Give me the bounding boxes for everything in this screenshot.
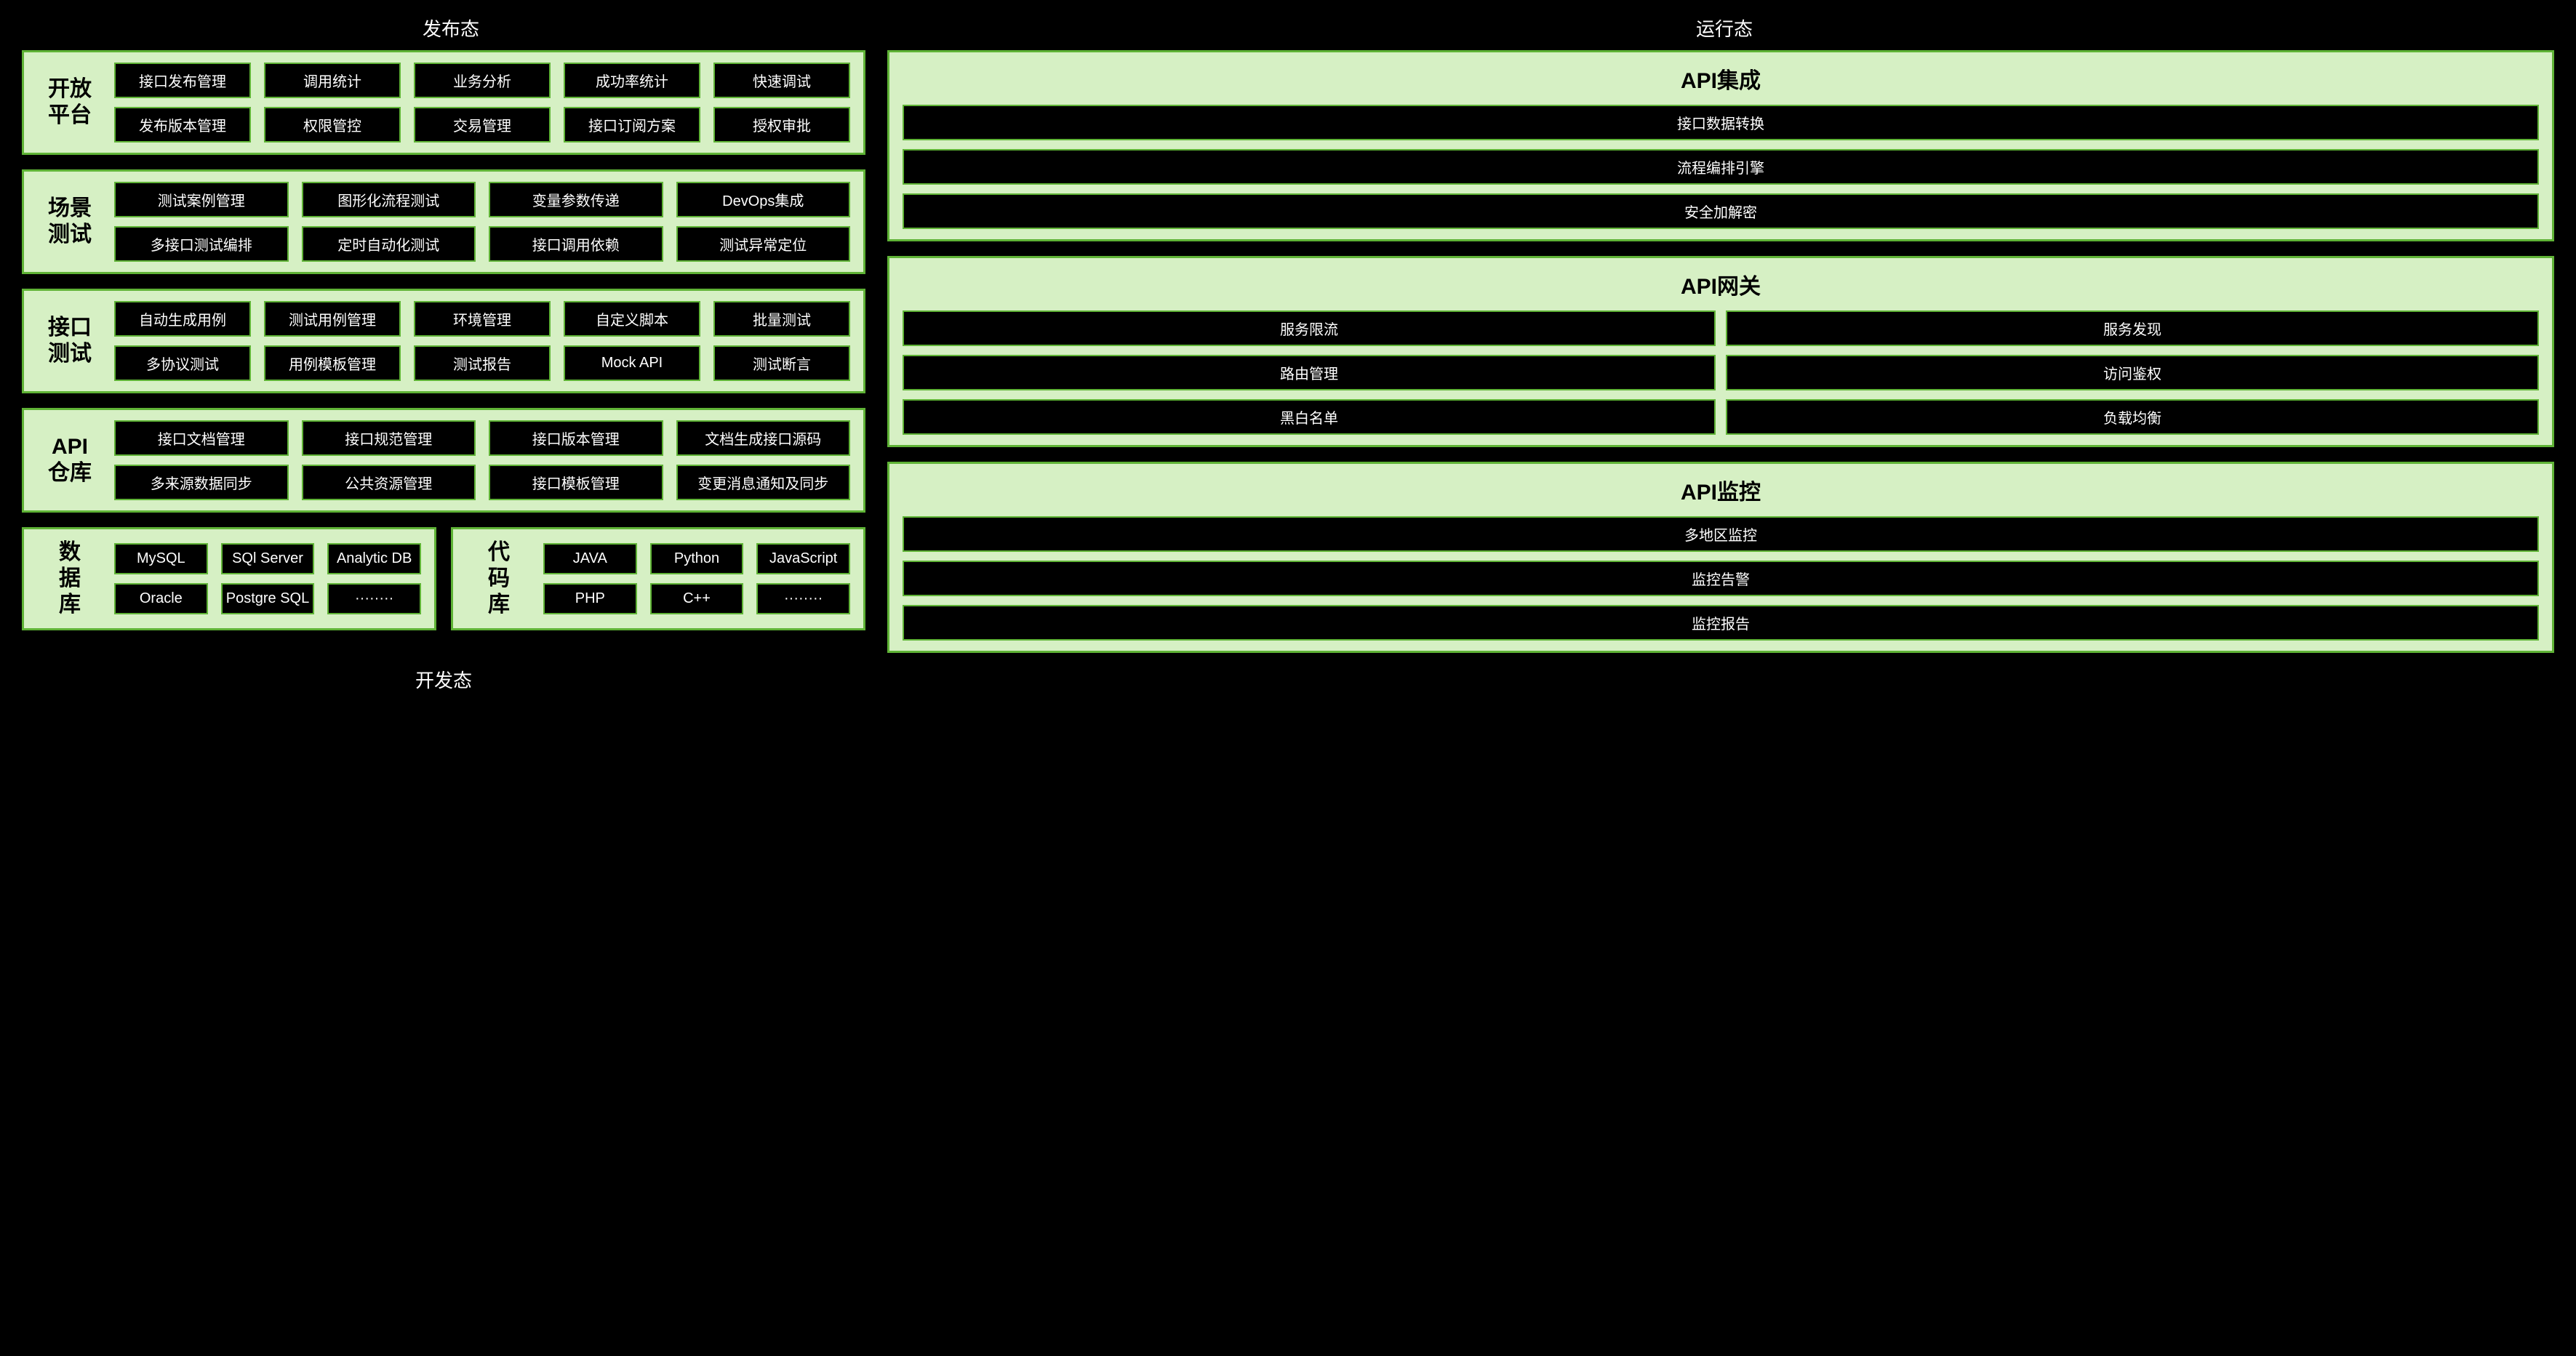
box-item: 文档生成接口源码 bbox=[676, 420, 851, 456]
panel-api-monitor: API监控 多地区监控 监控告警 监控报告 bbox=[887, 462, 2554, 653]
box-item: 访问鉴权 bbox=[1726, 355, 2539, 390]
box-item: 环境管理 bbox=[414, 301, 551, 337]
box-item: 接口发布管理 bbox=[114, 63, 251, 98]
panel-database: 数 据 库 MySQL SQl Server Analytic DB Oracl… bbox=[22, 527, 436, 630]
box-item: 多来源数据同步 bbox=[114, 465, 289, 500]
box-item: 测试报告 bbox=[414, 345, 551, 381]
box-item: 接口调用依赖 bbox=[489, 226, 663, 262]
box-item: 接口订阅方案 bbox=[564, 107, 700, 143]
panel-title-api-integration: API集成 bbox=[903, 63, 2539, 95]
box-item: 多地区监控 bbox=[903, 516, 2539, 552]
panel-title-api-monitor: API监控 bbox=[903, 474, 2539, 506]
box-item: 接口版本管理 bbox=[489, 420, 663, 456]
box-item: 发布版本管理 bbox=[114, 107, 251, 143]
box-item: 交易管理 bbox=[414, 107, 551, 143]
box-item: 接口文档管理 bbox=[114, 420, 289, 456]
box-item: 接口数据转换 bbox=[903, 105, 2539, 140]
box-item: 多接口测试编排 bbox=[114, 226, 289, 262]
box-item: 路由管理 bbox=[903, 355, 1716, 390]
box-item: 授权审批 bbox=[713, 107, 850, 143]
box-item: 调用统计 bbox=[264, 63, 401, 98]
panel-title-code-repo: 代 码 库 bbox=[466, 539, 532, 618]
panel-api-integration: API集成 接口数据转换 流程编排引擎 安全加解密 bbox=[887, 50, 2554, 241]
box-item: JavaScript bbox=[756, 543, 850, 574]
box-item: 安全加解密 bbox=[903, 193, 2539, 229]
panel-code-repo: 代 码 库 JAVA Python JavaScript PHP C++ ···… bbox=[451, 527, 865, 630]
panel-title-open-platform: 开放 平台 bbox=[37, 76, 103, 129]
box-item: 业务分析 bbox=[414, 63, 551, 98]
box-item: 服务发现 bbox=[1726, 310, 2539, 346]
box-item: 测试案例管理 bbox=[114, 182, 289, 217]
panel-title-api-gateway: API网关 bbox=[903, 268, 2539, 300]
box-item: 自定义脚本 bbox=[564, 301, 700, 337]
box-item: ········ bbox=[756, 583, 850, 614]
box-item: PHP bbox=[543, 583, 637, 614]
box-item: C++ bbox=[650, 583, 744, 614]
box-item: 变更消息通知及同步 bbox=[676, 465, 851, 500]
box-item: MySQL bbox=[114, 543, 208, 574]
right-column: API集成 接口数据转换 流程编排引擎 安全加解密 API网关 服务限流 服务发… bbox=[887, 50, 2554, 653]
box-item: DevOps集成 bbox=[676, 182, 851, 217]
box-item: 变量参数传递 bbox=[489, 182, 663, 217]
box-item: 监控报告 bbox=[903, 605, 2539, 641]
box-item: 监控告警 bbox=[903, 561, 2539, 596]
box-item: 用例模板管理 bbox=[264, 345, 401, 381]
publish-state-label: 发布态 bbox=[29, 15, 873, 41]
box-item: ········ bbox=[327, 583, 421, 614]
left-column: 开放 平台 接口发布管理 调用统计 业务分析 成功率统计 快速调试 发布版本管理… bbox=[22, 50, 865, 653]
panel-title-api-repo: API 仓库 bbox=[37, 434, 103, 486]
box-item: 测试用例管理 bbox=[264, 301, 401, 337]
box-item: 定时自动化测试 bbox=[302, 226, 476, 262]
box-item: 流程编排引擎 bbox=[903, 149, 2539, 185]
box-item: 快速调试 bbox=[713, 63, 850, 98]
box-item: 成功率统计 bbox=[564, 63, 700, 98]
box-item: Analytic DB bbox=[327, 543, 421, 574]
panel-scenario-test: 场景 测试 测试案例管理 图形化流程测试 变量参数传递 DevOps集成 多接口… bbox=[22, 169, 865, 274]
develop-state-label: 开发态 bbox=[22, 659, 865, 693]
box-item: 公共资源管理 bbox=[302, 465, 476, 500]
box-item: 权限管控 bbox=[264, 107, 401, 143]
box-item: 图形化流程测试 bbox=[302, 182, 476, 217]
panel-title-database: 数 据 库 bbox=[37, 539, 103, 618]
panel-title-interface-test: 接口 测试 bbox=[37, 315, 103, 367]
box-item: JAVA bbox=[543, 543, 637, 574]
runtime-state-label: 运行态 bbox=[873, 15, 2547, 41]
box-item: SQl Server bbox=[221, 543, 315, 574]
box-item: Python bbox=[650, 543, 744, 574]
box-item: 负载均衡 bbox=[1726, 399, 2539, 435]
box-item: 黑白名单 bbox=[903, 399, 1716, 435]
panel-api-gateway: API网关 服务限流 服务发现 路由管理 访问鉴权 黑白名单 负载均衡 bbox=[887, 256, 2554, 447]
panel-title-scenario-test: 场景 测试 bbox=[37, 196, 103, 248]
box-item: 测试异常定位 bbox=[676, 226, 851, 262]
box-item: Mock API bbox=[564, 345, 700, 381]
box-item: Postgre SQL bbox=[221, 583, 315, 614]
box-item: 服务限流 bbox=[903, 310, 1716, 346]
box-item: 测试断言 bbox=[713, 345, 850, 381]
box-item: 多协议测试 bbox=[114, 345, 251, 381]
panel-api-repo: API 仓库 接口文档管理 接口规范管理 接口版本管理 文档生成接口源码 多来源… bbox=[22, 408, 865, 513]
panel-open-platform: 开放 平台 接口发布管理 调用统计 业务分析 成功率统计 快速调试 发布版本管理… bbox=[22, 50, 865, 155]
box-item: 自动生成用例 bbox=[114, 301, 251, 337]
box-item: 接口模板管理 bbox=[489, 465, 663, 500]
panel-interface-test: 接口 测试 自动生成用例 测试用例管理 环境管理 自定义脚本 批量测试 多协议测… bbox=[22, 289, 865, 393]
box-item: 接口规范管理 bbox=[302, 420, 476, 456]
box-item: Oracle bbox=[114, 583, 208, 614]
box-item: 批量测试 bbox=[713, 301, 850, 337]
top-state-labels: 发布态 运行态 bbox=[22, 15, 2554, 44]
